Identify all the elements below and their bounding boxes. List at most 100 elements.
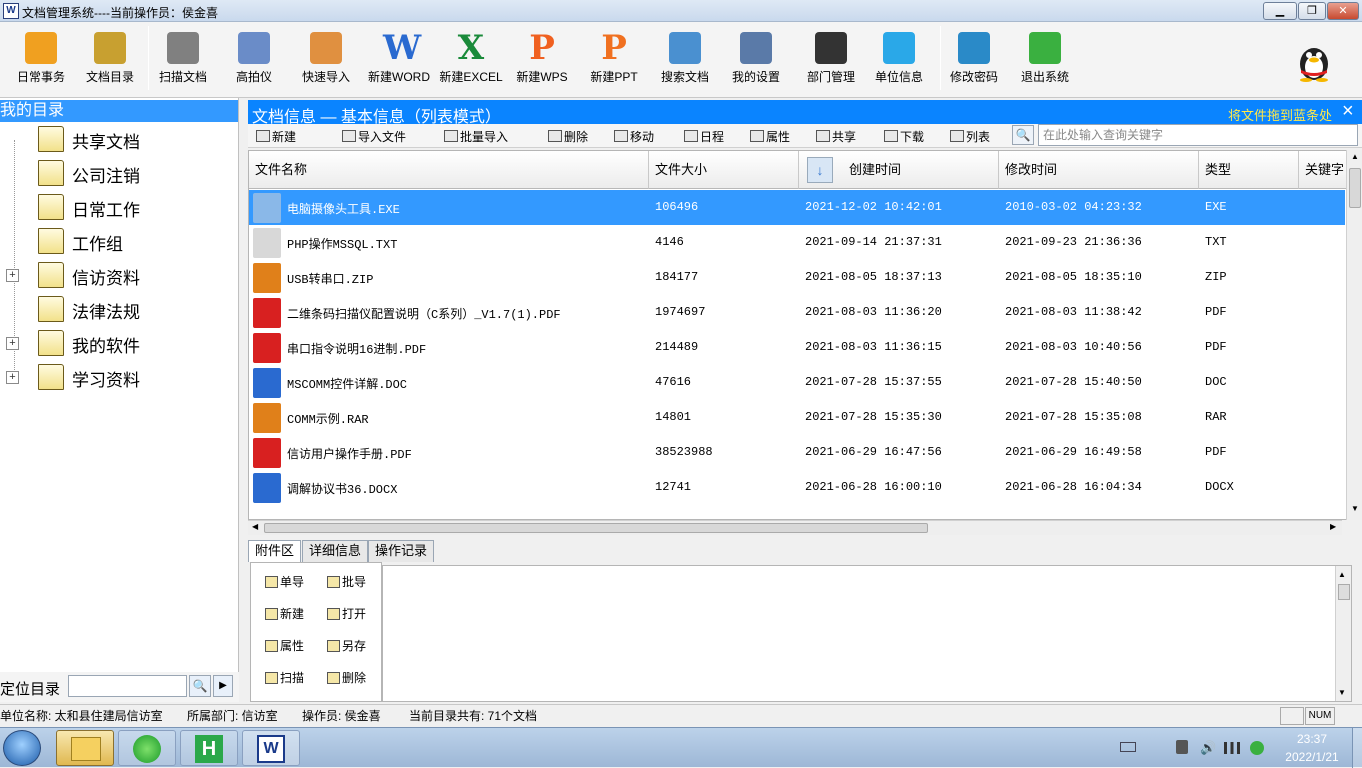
attachment-button-2[interactable]: 批导 [327, 571, 387, 593]
keyword-search-input[interactable]: 在此处输入查询关键字 [1038, 124, 1358, 146]
close-panel-icon[interactable]: × [1342, 100, 1354, 122]
toolbar-button-13[interactable]: 单位信息 [868, 26, 930, 92]
network-icon[interactable] [1224, 742, 1240, 754]
clock-date[interactable]: 2022/1/21 [1278, 750, 1346, 764]
tree-node[interactable]: 公司注销 [0, 156, 238, 190]
cell-name: 电脑摄像头工具.EXE [287, 203, 400, 217]
subtoolbar-button-4[interactable]: 删除 [548, 128, 588, 146]
table-row[interactable]: 信访用户操作手册.PDF 38523988 2021-06-29 16:47:56 2… [249, 435, 1345, 470]
column-header[interactable]: 类型 [1199, 151, 1299, 189]
toolbar-button-10[interactable]: 搜索文档 [652, 26, 718, 92]
table-row[interactable]: 调解协议书36.DOCX 12741 2021-06-28 16:00:10 2021… [249, 470, 1345, 505]
toolbar-button-1[interactable]: 日常事务 [6, 26, 76, 92]
tree-node-label: 法律法规 [72, 303, 140, 322]
toolbar-button-3[interactable]: 扫描文档 [152, 26, 214, 92]
subtoolbar-button-10[interactable]: 列表 [950, 128, 990, 146]
taskbar-docmanager[interactable]: W [242, 730, 300, 766]
cell-name: PHP操作MSSQL.TXT [287, 238, 398, 252]
table-row[interactable]: 串口指令说明16进制.PDF 214489 2021-08-03 11:36:15 2… [249, 330, 1345, 365]
attachment-button-4[interactable]: 打开 [327, 603, 387, 625]
toolbar-button-14[interactable]: 修改密码 [940, 26, 1008, 92]
attachment-icon [327, 576, 340, 588]
subtoolbar-label: 共享 [832, 130, 857, 144]
column-header[interactable]: ↓ 创建时间 [799, 151, 999, 189]
taskbar-explorer[interactable] [56, 730, 114, 766]
vertical-scrollbar[interactable]: ▲ ▼ [1346, 150, 1362, 520]
volume-icon[interactable]: 🔊 [1200, 740, 1216, 756]
attachment-button-7[interactable]: 扫描 [265, 667, 325, 689]
cell-modified: 2010-03-02 04:23:32 [1005, 200, 1142, 214]
subtoolbar-button-5[interactable]: 移动 [614, 128, 654, 146]
toolbar-button-5[interactable]: 快速导入 [292, 26, 360, 92]
attachment-button-8[interactable]: 删除 [327, 667, 387, 689]
show-desktop-button[interactable] [1352, 728, 1362, 768]
search-icon[interactable]: 🔍 [1012, 125, 1034, 145]
minimize-button[interactable]: ▁ [1263, 2, 1297, 20]
attachment-label: 新建 [280, 607, 305, 621]
toolbar-button-9[interactable]: P 新建PPT [584, 26, 644, 92]
attachment-icon [327, 672, 340, 684]
taskbar-hbuilder[interactable]: H [180, 730, 238, 766]
attachment-button-5[interactable]: 属性 [265, 635, 325, 657]
toolbar-button-6[interactable]: W 新建WORD [366, 26, 432, 92]
horizontal-scrollbar[interactable]: ◀ ▶ [248, 520, 1342, 535]
table-row[interactable]: 电脑摄像头工具.EXE 106496 2021-12-02 10:42:01 2010… [249, 190, 1345, 225]
table-row[interactable]: COMM示例.RAR 14801 2021-07-28 15:35:30 2021-0… [249, 400, 1345, 435]
tab-3[interactable]: 操作记录 [368, 540, 435, 562]
subtoolbar-button-9[interactable]: 下载 [884, 128, 924, 146]
tree-node[interactable]: 共享文档 [0, 122, 238, 156]
column-header[interactable]: 文件名称 [249, 151, 649, 189]
cell-type: TXT [1205, 235, 1227, 249]
num-lock-indicator: NUM [1305, 707, 1335, 725]
tab-1[interactable]: 附件区 [248, 540, 302, 562]
taskbar-browser[interactable] [118, 730, 176, 766]
subtoolbar-button-7[interactable]: 属性 [750, 128, 790, 146]
subtoolbar-button-6[interactable]: 日程 [684, 128, 724, 146]
subtoolbar-button-8[interactable]: 共享 [816, 128, 856, 146]
toolbar-button-8[interactable]: P 新建WPS [512, 26, 572, 92]
column-header[interactable]: 修改时间 [999, 151, 1199, 189]
toolbar-button-11[interactable]: 我的设置 [724, 26, 788, 92]
clock-time[interactable]: 23:37 [1290, 732, 1334, 746]
column-header[interactable]: 文件大小 [649, 151, 799, 189]
toolbar-button-2[interactable]: 文档目录 [80, 26, 140, 92]
qq-penguin-icon[interactable] [1295, 40, 1333, 82]
start-button[interactable] [3, 730, 41, 766]
table-row[interactable]: 二维条码扫描仪配置说明（C系列）_V1.7(1).PDF 1974697 2021-… [249, 295, 1345, 330]
locate-next-button[interactable]: ▶ [213, 675, 233, 697]
table-row[interactable]: MSCOMM控件详解.DOC 47616 2021-07-28 15:37:55 20… [249, 365, 1345, 400]
usb-icon[interactable] [1176, 740, 1188, 754]
subtoolbar-button-3[interactable]: 批量导入 [444, 128, 508, 146]
attachment-button-3[interactable]: 新建 [265, 603, 325, 625]
cell-size: 214489 [655, 340, 699, 354]
toolbar-button-label: 修改密码 [949, 70, 998, 84]
table-row[interactable]: PHP操作MSSQL.TXT 4146 2021-09-14 21:37:31 202… [249, 225, 1345, 260]
tray-app-icon[interactable] [1250, 741, 1264, 755]
subtoolbar-button-1[interactable]: 新建 [256, 128, 296, 146]
toolbar-button-15[interactable]: 退出系统 [1012, 26, 1078, 92]
detail-scrollbar[interactable]: ▲ ▼ [1335, 566, 1351, 701]
keyboard-icon[interactable] [1120, 742, 1136, 752]
tree-node[interactable]: + 信访资料 [0, 258, 238, 292]
tab-2[interactable]: 详细信息 [302, 540, 369, 562]
maximize-button[interactable]: ❐ [1298, 2, 1326, 20]
tree-node[interactable]: + 我的软件 [0, 326, 238, 360]
tree-node[interactable]: 日常工作 [0, 190, 238, 224]
toolbar-button-7[interactable]: X 新建EXCEL [436, 26, 506, 92]
column-header[interactable]: 关键字 [1299, 151, 1347, 189]
toolbar-button-4[interactable]: 高拍仪 [226, 26, 282, 92]
expand-icon[interactable]: + [6, 337, 19, 350]
close-button[interactable]: ✕ [1327, 2, 1359, 20]
attachment-button-1[interactable]: 单导 [265, 571, 325, 593]
locate-search-button[interactable]: 🔍 [189, 675, 211, 697]
expand-icon[interactable]: + [6, 269, 19, 282]
expand-icon[interactable]: + [6, 371, 19, 384]
table-row[interactable]: USB转串口.ZIP 184177 2021-08-05 18:37:13 2021-… [249, 260, 1345, 295]
tree-node[interactable]: 工作组 [0, 224, 238, 258]
attachment-button-6[interactable]: 另存 [327, 635, 387, 657]
locate-input[interactable] [68, 675, 187, 697]
tree-node[interactable]: 法律法规 [0, 292, 238, 326]
toolbar-button-12[interactable]: 部门管理 [796, 26, 866, 92]
tree-node[interactable]: + 学习资料 [0, 360, 238, 394]
subtoolbar-button-2[interactable]: 导入文件 [342, 128, 406, 146]
